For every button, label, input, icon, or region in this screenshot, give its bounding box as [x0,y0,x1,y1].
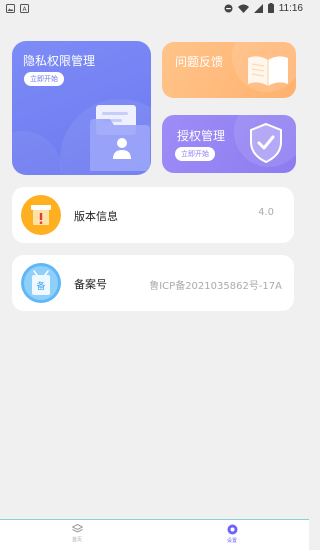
privacy-start-button[interactable]: 立即开始 [24,72,64,86]
bottom-navigation: 首页 设置 [0,519,309,550]
a-icon: A [20,3,29,13]
nav-home-label: 首页 [71,537,82,543]
version-info-row[interactable]: 版本信息 4.0 [12,187,294,243]
record-badge-icon: 备 [21,263,61,303]
decorative-circle [12,131,62,175]
record-label: 备案号 [74,278,107,291]
image-icon [6,3,15,13]
nav-home[interactable]: 首页 [47,524,107,543]
version-value: 4.0 [258,207,274,218]
svg-text:备: 备 [36,280,45,292]
nav-settings-label: 设置 [226,538,237,544]
feedback-card-title: 问题反馈 [175,55,224,69]
nav-settings[interactable]: 设置 [202,524,262,544]
privacy-permission-card[interactable]: 隐私权限管理 立即开始 [12,41,151,175]
open-book-icon [248,56,288,86]
auth-start-button[interactable]: 立即开始 [175,147,215,161]
status-bar: A 11:16 [0,0,309,16]
privacy-card-title: 隐私权限管理 [23,54,96,68]
minus-circle-icon [224,4,233,12]
folder-person-icon [90,105,150,171]
signal-icon [253,3,263,13]
layers-icon [71,524,83,533]
gear-icon [227,524,237,535]
record-number-row[interactable]: 备 备案号 鲁ICP备2021035862号-17A [12,255,294,311]
auth-card-title: 授权管理 [177,129,226,143]
shield-check-icon [250,122,282,164]
version-box-icon [21,195,61,235]
version-label: 版本信息 [74,210,118,223]
status-time: 11:16 [278,2,303,14]
authorization-card[interactable]: 授权管理 立即开始 [162,115,296,173]
feedback-card[interactable]: 问题反馈 [162,42,296,98]
wifi-icon [237,4,249,13]
record-value: 鲁ICP备2021035862号-17A [149,281,282,292]
battery-icon [267,3,274,13]
svg-text:A: A [22,6,27,13]
status-right-icons: 11:16 [224,3,303,14]
status-left-icons: A [6,3,29,13]
